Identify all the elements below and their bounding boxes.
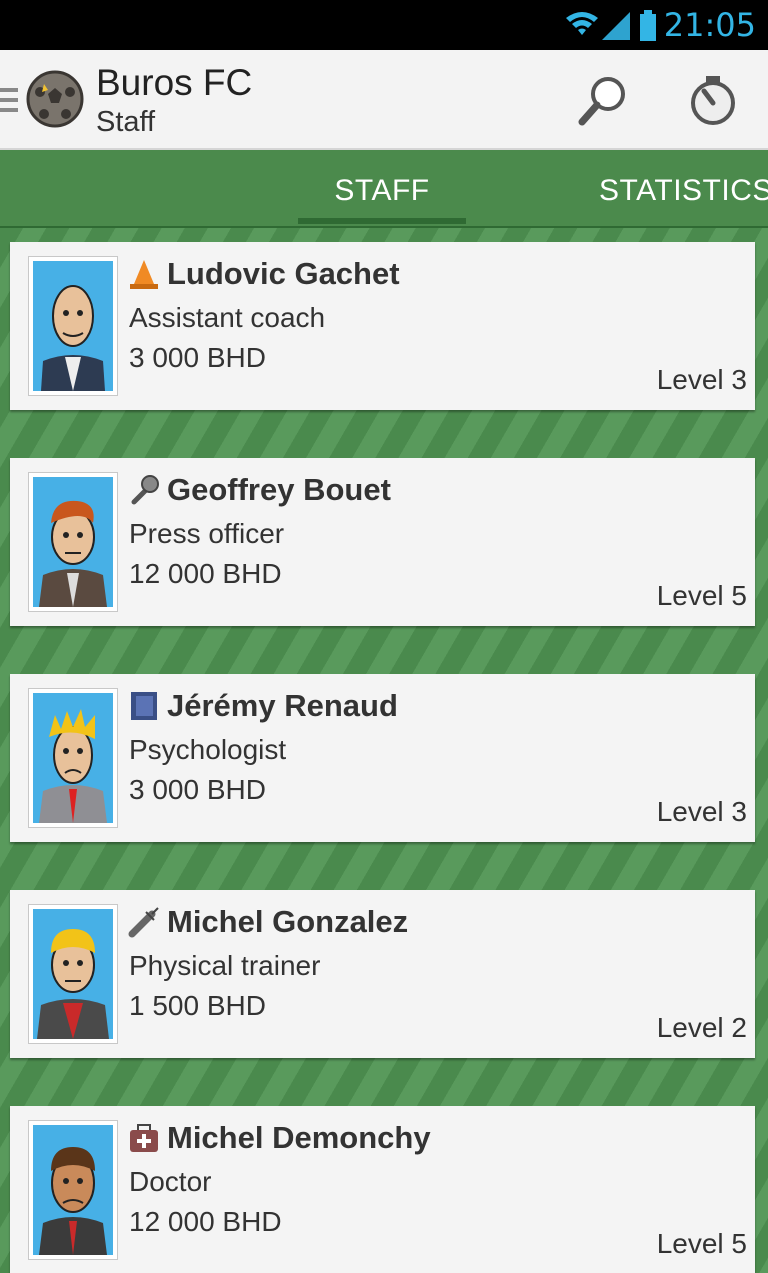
staff-portrait <box>28 904 118 1044</box>
staff-salary: 3 000 BHD <box>129 774 266 805</box>
staff-card[interactable]: Geoffrey Bouet Press officer 12 000 BHD … <box>10 458 755 626</box>
microphone-icon <box>131 475 159 505</box>
syringe-icon <box>128 907 159 938</box>
tab-staff[interactable]: STAFF <box>298 174 466 208</box>
screen-subtitle: Staff <box>96 106 156 138</box>
staff-card[interactable]: Michel Gonzalez Physical trainer 1 500 B… <box>10 890 755 1058</box>
signal-icon <box>602 12 630 40</box>
medical-bag-icon <box>130 1124 158 1152</box>
staff-name: Michel Gonzalez <box>167 904 409 939</box>
staff-role: Psychologist <box>129 734 287 765</box>
staff-list[interactable]: Ludovic Gachet Assistant coach 3 000 BHD… <box>0 228 768 1273</box>
status-time: 21:05 <box>663 6 756 44</box>
tab-bar: STAFF STATISTICS <box>0 150 768 228</box>
action-bar: Buros FC Staff <box>0 50 768 150</box>
staff-name: Geoffrey Bouet <box>167 472 391 507</box>
staff-role: Physical trainer <box>129 950 321 981</box>
staff-portrait <box>28 256 118 396</box>
battery-icon <box>640 10 656 41</box>
status-icons <box>566 10 656 41</box>
staff-salary: 3 000 BHD <box>129 342 266 373</box>
staff-salary: 1 500 BHD <box>129 990 266 1021</box>
staff-portrait <box>28 688 118 828</box>
club-logo[interactable] <box>26 68 84 130</box>
drawer-icon[interactable] <box>0 86 20 116</box>
staff-role: Assistant coach <box>129 302 326 333</box>
staff-name: Jérémy Renaud <box>167 688 398 723</box>
staff-card[interactable]: Jérémy Renaud Psychologist 3 000 BHD Lev… <box>10 674 755 842</box>
staff-salary: 12 000 BHD <box>129 1206 282 1237</box>
tab-statistics[interactable]: STATISTICS <box>599 174 768 208</box>
wifi-icon <box>566 12 598 35</box>
staff-level: Level 3 <box>656 364 747 395</box>
tab-indicator <box>298 218 466 224</box>
staff-level: Level 5 <box>656 1228 747 1259</box>
staff-level: Level 2 <box>656 1012 747 1043</box>
staff-name: Michel Demonchy <box>167 1120 431 1155</box>
status-bar: 21:05 <box>0 0 768 50</box>
staff-salary: 12 000 BHD <box>129 558 282 589</box>
staff-level: Level 3 <box>656 796 747 827</box>
staff-card[interactable]: Ludovic Gachet Assistant coach 3 000 BHD… <box>10 242 755 410</box>
staff-role: Doctor <box>129 1166 212 1197</box>
staff-role: Press officer <box>129 518 285 549</box>
timer-icon[interactable] <box>684 72 742 130</box>
staff-name: Ludovic Gachet <box>167 256 400 291</box>
staff-card[interactable]: Michel Demonchy Doctor 12 000 BHD Level … <box>10 1106 755 1273</box>
club-title: Buros FC <box>96 62 253 103</box>
staff-portrait <box>28 1120 118 1260</box>
staff-level: Level 5 <box>656 580 747 611</box>
cone-icon <box>130 260 158 289</box>
staff-portrait <box>28 472 118 612</box>
search-icon[interactable] <box>574 72 632 130</box>
book-icon <box>131 692 157 720</box>
